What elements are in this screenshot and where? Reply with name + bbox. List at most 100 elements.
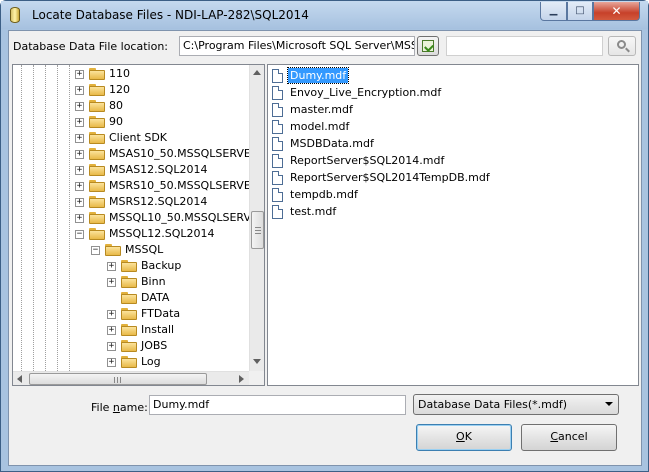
folder-icon [89,148,105,160]
folder-icon [121,340,137,352]
expand-icon[interactable]: + [107,278,116,287]
expand-icon[interactable]: + [75,118,84,127]
tree-item-label: JOBS [141,339,168,352]
collapse-icon[interactable]: − [75,230,84,239]
grip-line [114,377,115,383]
grip-line [120,377,121,383]
expand-icon[interactable]: + [75,182,84,191]
window-title: Locate Database Files - NDI-LAP-282\SQL2… [32,8,309,22]
expand-icon[interactable]: + [75,198,84,207]
tree-item[interactable]: + MSAS10_50.MSSQLSERVE [13,146,249,162]
folder-icon [121,276,137,288]
tree-item[interactable]: + Backup [13,258,249,274]
expand-icon[interactable]: + [75,214,84,223]
tree-item[interactable]: + Log [13,354,249,370]
tree-item[interactable]: +120 [13,82,249,98]
folder-icon [121,260,137,272]
file-name-label-post: ame: [119,401,148,414]
ok-rest: K [464,430,472,443]
collapse-icon[interactable]: − [91,246,100,255]
tree-item[interactable]: + Client SDK [13,130,249,146]
search-input[interactable] [446,36,603,56]
tree-item[interactable]: + MSSQL10_50.MSSQLSERV [13,210,249,226]
document-icon [272,154,283,168]
expand-icon[interactable]: + [107,262,116,271]
tree-horizontal-thumb[interactable] [29,373,207,385]
tree-vertical-thumb[interactable] [251,211,264,249]
file-name: ReportServer$SQL2014.mdf [290,154,445,167]
expand-icon[interactable]: + [107,358,116,367]
scroll-left-icon[interactable] [17,375,22,383]
chevron-down-icon [605,402,613,406]
tree-item[interactable]: − MSSQL12.SQL2014 [13,226,249,242]
location-browse-button[interactable] [417,36,439,56]
close-button[interactable]: ✕ [593,2,640,21]
file-name: ReportServer$SQL2014TempDB.mdf [290,171,490,184]
tree-item-label: Install [141,323,175,336]
tree-horizontal-scrollbar[interactable] [13,371,249,385]
location-input[interactable]: C:\Program Files\Microsoft SQL Server\MS… [179,36,415,56]
expand-icon[interactable]: + [75,134,84,143]
document-icon [272,171,283,185]
expand-icon[interactable]: + [75,70,84,79]
tree-item-label: 110 [109,67,130,80]
expand-icon[interactable]: + [75,102,84,111]
folder-icon [89,84,105,96]
tree-item[interactable]: + MSRS10_50.MSSQLSERVE [13,178,249,194]
refresh-folder-icon [422,40,434,52]
title-bar[interactable]: Locate Database Files - NDI-LAP-282\SQL2… [1,1,648,29]
folder-icon [89,68,105,80]
expand-icon[interactable]: + [75,86,84,95]
file-name: Dumy.mdf [286,67,350,84]
expand-icon[interactable]: + [75,150,84,159]
cancel-button[interactable]: Cancel [521,424,617,451]
cancel-accel: C [550,430,559,443]
magnifier-icon [617,40,626,49]
file-list[interactable]: Dumy.mdf Envoy_Live_Encryption.mdf master.… [267,64,639,386]
folder-tree-viewport: +110 +120 +80 +90 + Client SDK + MSAS10_50.MSSQ… [13,65,249,371]
dialog-window: Locate Database Files - NDI-LAP-282\SQL2… [0,0,649,472]
tree-item[interactable]: − MSSQL [13,242,249,258]
search-button[interactable] [608,36,636,56]
tree-item[interactable]: + FTData [13,306,249,322]
tree-item[interactable]: DATA [13,290,249,306]
document-icon [272,137,283,151]
tree-item-label: MSAS12.SQL2014 [109,163,208,176]
scroll-down-icon[interactable] [253,359,261,364]
minimize-button[interactable]: ▁ [540,2,567,21]
tree-item-label: MSAS10_50.MSSQLSERVE [109,147,249,160]
expand-icon[interactable]: + [75,166,84,175]
ok-button[interactable]: OK [416,424,512,451]
tree-item-label: DATA [141,291,170,304]
tree-item[interactable]: +110 [13,66,249,82]
expand-icon[interactable]: + [107,310,116,319]
tree-item-label: MSSQL10_50.MSSQLSERV [109,211,249,224]
ok-accel: O [456,430,465,443]
maximize-button[interactable]: □ [567,2,593,21]
tree-item[interactable]: + Install [13,322,249,338]
file-type-select[interactable]: Database Data Files(*.mdf) [413,394,619,415]
file-name-input[interactable]: Dumy.mdf [149,395,406,415]
scroll-up-icon[interactable] [253,70,261,75]
folder-icon [89,228,105,240]
folder-icon [89,212,105,224]
tree-item[interactable]: +80 [13,98,249,114]
document-icon [272,86,283,100]
tree-vertical-scrollbar[interactable] [249,65,264,371]
expand-icon[interactable]: + [107,342,116,351]
tree-item[interactable]: + Binn [13,274,249,290]
tree-item[interactable]: +90 [13,114,249,130]
folder-tree[interactable]: +110 +120 +80 +90 + Client SDK + MSAS10_50.MSSQ… [12,64,265,386]
tree-item[interactable]: + MSRS12.SQL2014 [13,194,249,210]
tree-item[interactable]: + JOBS [13,338,249,354]
tree-item-label: Backup [141,259,182,272]
expand-icon[interactable]: + [107,326,116,335]
tree-item-label: 120 [109,83,130,96]
folder-icon [89,164,105,176]
folder-icon [121,324,137,336]
file-name-label-accel: n [112,401,120,414]
tree-item[interactable]: + MSAS12.SQL2014 [13,162,249,178]
scroll-right-icon[interactable] [239,375,244,383]
file-name-label: File name: [91,401,148,414]
tree-item-label: Binn [141,275,166,288]
